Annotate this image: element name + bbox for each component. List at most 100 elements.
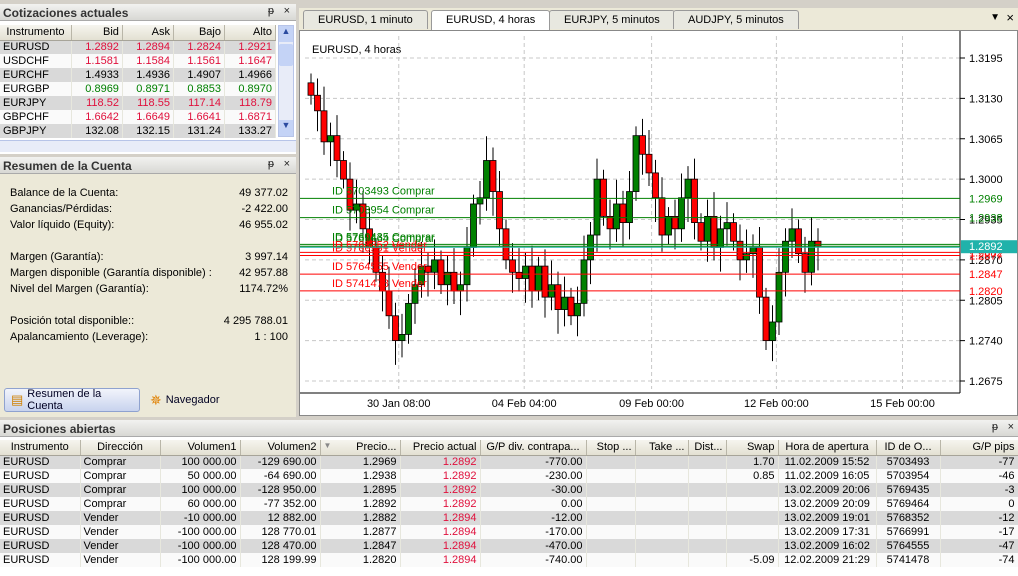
position-cell (586, 483, 636, 497)
column-label: Dist... (694, 441, 723, 454)
price-chart[interactable]: EURUSD, 4 horas 1.3195 1.3130 1.3065 1.3000 1… (299, 30, 1018, 416)
order-label: ID 5703954 Comprar (332, 205, 435, 217)
position-cell: 1.2847 (320, 539, 401, 553)
column-header[interactable]: Precio actual (400, 440, 481, 456)
pin-icon[interactable]: ᵽ (992, 421, 998, 433)
column-label: Dirección (97, 441, 143, 454)
account-item-value: 49 377.02 (239, 187, 288, 199)
quote-bid: 132.08 (71, 124, 123, 138)
column-header[interactable]: Take ... (635, 440, 689, 456)
candle-bearish (801, 253, 809, 273)
position-cell (586, 497, 636, 511)
pin-icon[interactable]: ᵽ (268, 158, 274, 170)
account-item-label: Nivel del Margen (Garantía): (10, 283, 149, 295)
position-row[interactable]: EURUSD Comprar 100 000.00 -129 690.00 1.2969… (0, 455, 1018, 469)
column-header[interactable]: Dirección (80, 440, 161, 456)
quote-ask: 1.6649 (122, 110, 174, 124)
scroll-up-icon[interactable]: ▲ (279, 26, 293, 42)
account-summary-panel: Resumen de la Cuenta ᵽ × Balance de la C… (0, 157, 296, 417)
column-header[interactable]: Volumen2 (240, 440, 321, 456)
candle-bearish (528, 265, 536, 292)
position-cell: -10 000.00 (160, 511, 241, 525)
candle-bullish (470, 203, 477, 248)
chart-tab[interactable]: AUDJPY, 5 minutos (673, 10, 799, 29)
position-row[interactable]: EURUSD Comprar 50 000.00 -64 690.00 1.2938 1.… (0, 469, 1018, 483)
column-label: Take ... (649, 441, 685, 454)
column-header[interactable]: ID de O... (876, 440, 941, 456)
candle-bullish (580, 259, 588, 304)
quote-row[interactable]: GBPJPY 132.08 132.15 131.24 133.27 (0, 124, 277, 138)
position-cell: 5703493 (876, 455, 941, 469)
chart-tab[interactable]: EURUSD, 4 horas (431, 10, 551, 30)
position-cell: 50 000.00 (160, 469, 241, 483)
close-icon[interactable]: × (284, 5, 290, 17)
position-cell (726, 539, 779, 553)
quote-ask: 0.8971 (122, 82, 174, 96)
position-row[interactable]: EURUSD Comprar 100 000.00 -128 950.00 1.2895… (0, 483, 1018, 497)
column-header[interactable]: ▼ Precio... (320, 440, 401, 456)
account-item: Posición total disponible:: 4 295 788.01 (10, 315, 288, 327)
column-label: Instrumento (10, 441, 69, 454)
column-header[interactable]: Bid (71, 25, 123, 41)
candle-bearish (619, 203, 627, 224)
price-tick-label: 1.3065 (969, 134, 1003, 146)
column-header[interactable]: G/P div. contrapa... (480, 440, 587, 456)
candle-bullish (522, 265, 529, 279)
position-cell: 1.2894 (400, 525, 481, 539)
column-header[interactable]: Alto (224, 25, 277, 41)
column-header[interactable]: Bajo (173, 25, 225, 41)
position-cell: 11.02.2009 15:52 (778, 455, 877, 469)
close-icon[interactable]: × (1006, 10, 1014, 25)
close-icon[interactable]: × (1008, 421, 1014, 433)
column-header[interactable]: Volumen1 (160, 440, 241, 456)
column-header[interactable]: Swap (726, 440, 779, 456)
quote-row[interactable]: EURJPY 118.52 118.55 117.14 118.79 (0, 96, 277, 110)
quote-ask: 132.15 (122, 124, 174, 138)
position-row[interactable]: EURUSD Vender -10 000.00 12 882.00 1.2882 1.2… (0, 511, 1018, 525)
column-header[interactable]: Dist... (688, 440, 727, 456)
pin-icon[interactable]: ᵽ (268, 5, 274, 17)
position-row[interactable]: EURUSD Vender -100 000.00 128 770.01 1.2877 1… (0, 525, 1018, 539)
chart-tab[interactable]: EURJPY, 5 minutos (549, 10, 675, 29)
time-tick-label: 12 Feb 00:00 (744, 398, 809, 410)
account-item: Margen (Garantía): 3 997.14 (10, 251, 288, 263)
position-cell (635, 525, 689, 539)
candle-bullish (457, 284, 464, 292)
candle-bearish (489, 160, 497, 192)
wheel-icon: ✵ (150, 391, 162, 408)
quote-row[interactable]: EURCHF 1.4933 1.4936 1.4907 1.4966 (0, 68, 277, 82)
tab-menu-icon[interactable]: ▼ (990, 12, 1000, 23)
quote-high: 1.6871 (224, 110, 277, 124)
quote-row[interactable]: USDCHF 1.1581 1.1584 1.1561 1.1647 (0, 54, 277, 68)
close-icon[interactable]: × (284, 158, 290, 170)
quote-row[interactable]: EURGBP 0.8969 0.8971 0.8853 0.8970 (0, 82, 277, 96)
candle-bullish (593, 178, 601, 236)
column-header[interactable]: Instrumento (0, 440, 81, 456)
position-cell: EURUSD (0, 511, 81, 525)
column-header[interactable]: Ask (122, 25, 174, 41)
position-row[interactable]: EURUSD Comprar 60 000.00 -77 352.00 1.2892 1.… (0, 497, 1018, 511)
account-item-label: Apalancamiento (Leverage): (10, 331, 149, 343)
quotes-hscrollbar[interactable] (0, 140, 296, 152)
scroll-down-icon[interactable]: ▼ (279, 120, 293, 136)
position-cell (635, 553, 689, 567)
candle-bullish (398, 334, 406, 342)
position-row[interactable]: EURUSD Vender -100 000.00 128 470.00 1.2847 1… (0, 539, 1018, 553)
scroll-thumb[interactable] (279, 44, 293, 66)
column-header[interactable]: Instrumento (0, 25, 72, 41)
tab-account-summary[interactable]: ▤ Resumen de la Cuenta (4, 388, 140, 412)
chart-tab[interactable]: EURUSD, 1 minuto (303, 10, 428, 29)
candle-bearish (340, 160, 347, 180)
quote-row[interactable]: EURUSD 1.2892 1.2894 1.2824 1.2921 (0, 40, 277, 54)
column-header[interactable]: Stop ... (586, 440, 636, 456)
position-row[interactable]: EURUSD Vender -100 000.00 128 199.99 1.2820 1… (0, 553, 1018, 567)
column-header[interactable]: G/P pips (940, 440, 1018, 456)
candle-bearish (314, 94, 321, 112)
quote-ask: 1.4936 (122, 68, 174, 82)
position-cell: 1.2892 (320, 497, 401, 511)
quote-row[interactable]: GBPCHF 1.6642 1.6649 1.6641 1.6871 (0, 110, 277, 124)
quotes-scrollbar[interactable]: ▲ ▼ (278, 25, 294, 137)
candle-bearish (795, 228, 802, 255)
tab-navigator[interactable]: ✵ Navegador (144, 388, 226, 412)
column-header[interactable]: Hora de apertura (778, 440, 877, 456)
